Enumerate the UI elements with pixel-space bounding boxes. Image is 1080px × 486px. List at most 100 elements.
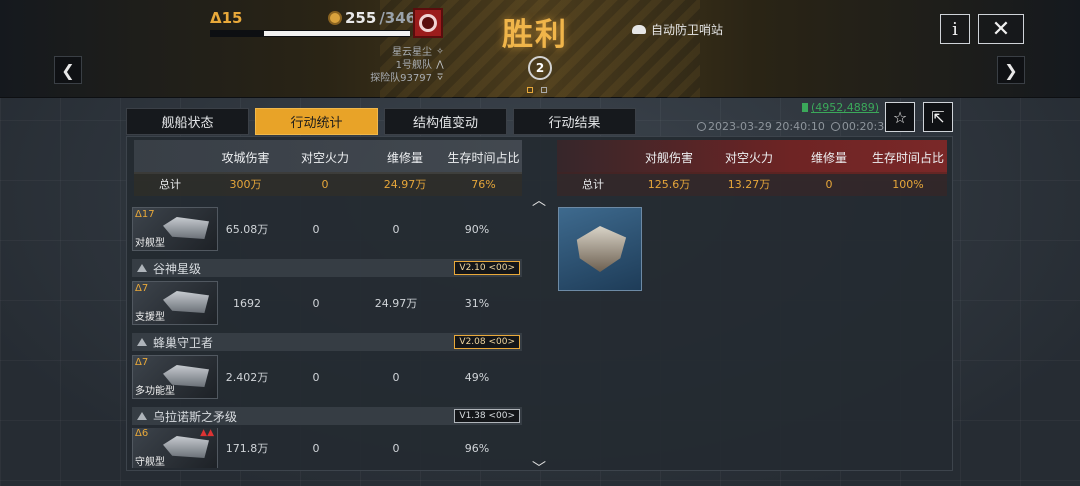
ship-card[interactable]: Δ6 ▲▲ 守舰型 [132, 428, 218, 468]
auto-station-text: 自动防卫哨站 [651, 23, 724, 37]
tab-action-result[interactable]: 行动结果 [513, 108, 636, 135]
ship-card[interactable]: Δ17 对舰型 [132, 207, 218, 251]
info-button[interactable]: i [940, 14, 970, 44]
row-value: 0 [312, 441, 320, 455]
row-value: 0 [312, 222, 320, 236]
ship-class-name: 蜂巢守卫者 [153, 335, 214, 350]
totals-value: 0 [321, 177, 329, 191]
favorite-star-button[interactable]: ☆ [885, 102, 915, 132]
auto-station-label: 自动防卫哨站 [632, 21, 723, 38]
ship-class-row: 乌拉诺斯之矛级 V1.38 <00> [132, 407, 522, 425]
row-value: 2.402万 [225, 371, 269, 384]
ship-class-name: 谷神星级 [153, 261, 202, 276]
page-dot [527, 87, 533, 93]
row-value: 171.8万 [225, 442, 269, 455]
cloud-icon [632, 25, 646, 34]
row-value: 65.08万 [225, 223, 269, 236]
close-button[interactable]: ✕ [978, 14, 1024, 44]
version-badge: V2.10 <00> [454, 261, 520, 275]
page-dot [541, 87, 547, 93]
table-row[interactable]: Δ6 ▲▲ 守舰型 171.8万 0 0 96% [132, 428, 522, 468]
ship-type: 多功能型 [135, 386, 175, 397]
ship-card[interactable]: Δ7 支援型 [132, 281, 218, 325]
meta-line: 星云星尘 [392, 47, 432, 58]
header-cell: 生存时间占比 [447, 150, 520, 165]
commander-level: Δ15 [210, 9, 243, 27]
ship-level: Δ17 [135, 209, 155, 220]
ship-level: Δ7 [135, 283, 149, 294]
table-row[interactable]: Δ7 支援型 1692 0 24.97万 31% [132, 280, 522, 326]
enemy-ship-icon [576, 226, 627, 272]
exp-progress-fill [264, 31, 410, 36]
tab-ship-status[interactable]: 舰船状态 [126, 108, 249, 135]
totals-value: 300万 [229, 178, 262, 191]
timer-icon [830, 122, 840, 131]
ship-card[interactable]: Δ7 多功能型 [132, 355, 218, 399]
capacity-counter: 255/346 [328, 9, 416, 27]
ship-level: Δ7 [135, 357, 149, 368]
header-cell: 对空火力 [300, 150, 349, 165]
flag-icon [802, 103, 808, 112]
scroll-down-icon[interactable]: ﹀ [532, 458, 546, 478]
header-cell: 生存时间占比 [871, 150, 944, 165]
totals-value: 125.6万 [647, 178, 691, 191]
row-value: 49% [464, 370, 490, 384]
header-cell: 对舰伤害 [644, 150, 693, 165]
battle-meta: 星云星尘 ✧ 1号舰队 ⋀ 探险队93797 ⩢ [360, 46, 445, 85]
enemy-totals-row: 总计 125.6万 13.27万 0 100% [557, 172, 947, 196]
page-indicator [527, 87, 547, 93]
totals-value: 13.27万 [727, 178, 771, 191]
datetime-text: 2023-03-29 20:40:10 [708, 120, 825, 133]
header-cell: 对空火力 [724, 150, 773, 165]
ship-class-row: 谷神星级 V2.10 <00> [132, 259, 522, 277]
meta-line: 探险队93797 [370, 73, 432, 84]
next-report-button[interactable]: ❯ [997, 56, 1025, 84]
totals-value: 100% [892, 177, 924, 191]
header-cell: 维修量 [810, 150, 847, 165]
enemy-table-header: 对舰伤害 对空火力 维修量 生存时间占比 [557, 140, 947, 174]
row-value: 0 [392, 441, 400, 455]
row-value: 96% [464, 441, 490, 455]
ship-class-icon [137, 264, 147, 272]
ship-class-icon [137, 338, 147, 346]
faction-badge-icon [413, 8, 443, 38]
fleet-table-header: 攻城伤害 对空火力 维修量 生存时间占比 [134, 140, 522, 174]
version-badge: V1.38 <00> [454, 409, 520, 423]
enemy-ship-card[interactable] [558, 207, 642, 291]
ship-type: 守舰型 [135, 457, 165, 468]
ship-class-row: 蜂巢守卫者 V2.08 <00> [132, 333, 522, 351]
report-tabs: 舰船状态 行动统计 结构值变动 行动结果 [126, 108, 636, 135]
ship-icon [163, 217, 209, 239]
duration-text: 00:20:33 [841, 120, 892, 133]
share-button[interactable]: ⇱ [923, 102, 953, 132]
totals-label: 总计 [582, 178, 604, 191]
row-value: 1692 [233, 296, 261, 310]
scroll-up-icon[interactable]: ︿ [532, 190, 546, 210]
row-value: 90% [464, 222, 490, 236]
ship-icon [163, 291, 209, 313]
row-value: 24.97万 [374, 297, 418, 310]
capacity-current: 255 [345, 9, 377, 27]
battle-coordinates[interactable]: (4952,4889) [802, 101, 879, 114]
tab-structure-change[interactable]: 结构值变动 [384, 108, 507, 135]
totals-value: 24.97万 [383, 178, 427, 191]
version-badge: V2.08 <00> [454, 335, 520, 349]
tab-action-stats[interactable]: 行动统计 [255, 108, 378, 135]
ship-icon [163, 436, 209, 458]
rank-icon: ✧ [436, 47, 444, 57]
squad-icon: ⩢ [437, 73, 443, 83]
table-row[interactable]: Δ17 对舰型 65.08万 0 0 90% [132, 206, 522, 252]
row-value: 0 [392, 370, 400, 384]
coordinates-link[interactable]: (4952,4889) [811, 101, 879, 114]
header-cell: 维修量 [386, 150, 423, 165]
ship-type: 支援型 [135, 312, 165, 323]
chevron-up-icon: ⋀ [436, 60, 444, 70]
damage-status-icon: ▲▲ [200, 428, 214, 438]
row-value: 0 [312, 296, 320, 310]
fleet-totals-row: 总计 300万 0 24.97万 76% [134, 172, 522, 196]
totals-value: 0 [825, 177, 833, 191]
previous-report-button[interactable]: ❮ [54, 56, 82, 84]
row-value: 0 [392, 222, 400, 236]
ship-level: Δ6 [135, 428, 149, 439]
table-row[interactable]: Δ7 多功能型 2.402万 0 0 49% [132, 354, 522, 400]
